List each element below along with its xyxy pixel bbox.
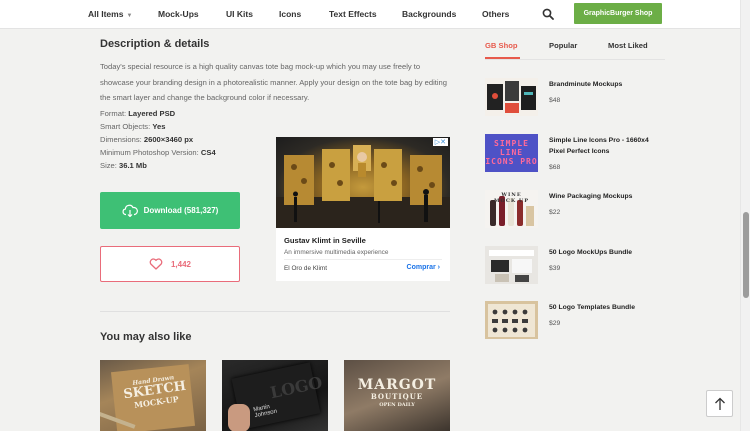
product-title[interactable]: Wine Packaging Mockups bbox=[549, 191, 665, 202]
product-thumbnail: SIMPLE LINE ICONS PRO bbox=[485, 134, 538, 172]
product-item[interactable]: 50 Logo MockUps Bundle $39 bbox=[485, 246, 665, 286]
meta-size: Size: 36.1 Mb bbox=[100, 161, 147, 170]
meta-format: Format: Layered PSD bbox=[100, 109, 176, 118]
ad-image: ▷✕ bbox=[276, 137, 450, 228]
cloud-download-icon bbox=[122, 204, 138, 217]
download-button[interactable]: Download (581,327) bbox=[100, 192, 240, 229]
description-text: Today's special resource is a high quali… bbox=[100, 62, 448, 102]
product-item[interactable]: 50 Logo Templates Bundle $29 bbox=[485, 301, 665, 341]
product-price: $48 bbox=[549, 97, 561, 104]
ad-divider bbox=[284, 259, 442, 260]
product-thumbnail: WINE MOCK UP bbox=[485, 190, 538, 228]
product-price: $22 bbox=[549, 209, 561, 216]
like-button[interactable]: 1,442 bbox=[100, 246, 240, 282]
tab-divider bbox=[485, 59, 665, 60]
product-item[interactable]: Brandminute Mockups $48 bbox=[485, 78, 665, 118]
meta-smart-objects: Smart Objects: Yes bbox=[100, 122, 166, 131]
scrollbar-thumb[interactable] bbox=[743, 212, 749, 298]
top-nav: All Items ▼ Mock-Ups UI Kits Icons Text E… bbox=[0, 0, 740, 29]
hand-shape bbox=[228, 404, 250, 431]
download-label: Download (581,327) bbox=[143, 206, 219, 215]
ad-cta-link[interactable]: Comprar › bbox=[407, 264, 440, 271]
product-thumbnail bbox=[485, 301, 538, 339]
product-title[interactable]: Simple Line Icons Pro - 1660x4 Pixel Per… bbox=[549, 135, 665, 157]
related-thumb-boutique-sign[interactable]: MARGOT BOUTIQUE OPEN DAILY bbox=[344, 360, 450, 431]
graphicburger-shop-button[interactable]: GraphicBurger Shop bbox=[574, 3, 662, 24]
tab-most-liked[interactable]: Most Liked bbox=[608, 41, 648, 50]
back-to-top-button[interactable] bbox=[706, 390, 733, 417]
klimt-exhibit-image bbox=[276, 145, 450, 228]
product-title[interactable]: 50 Logo MockUps Bundle bbox=[549, 247, 665, 258]
advertisement[interactable]: ▷✕ Gustav Klimt in Seville An immersive … bbox=[276, 137, 450, 281]
product-item[interactable]: SIMPLE LINE ICONS PRO Simple Line Icons … bbox=[485, 134, 665, 174]
arrow-up-icon bbox=[714, 397, 725, 410]
ad-choices-icon[interactable]: ▷✕ bbox=[432, 138, 448, 146]
ad-subtitle: An immersive multimedia experience bbox=[284, 249, 389, 256]
related-thumb-sketch-mockup[interactable]: Hand Drawn SKETCH MOCK-UP bbox=[100, 360, 206, 431]
chevron-right-icon: › bbox=[437, 264, 440, 271]
like-count: 1,442 bbox=[170, 259, 192, 269]
product-thumbnail bbox=[485, 78, 538, 116]
nav-text-effects[interactable]: Text Effects bbox=[329, 9, 377, 19]
meta-dimensions: Dimensions: 2600×3460 px bbox=[100, 135, 194, 144]
product-price: $29 bbox=[549, 320, 561, 327]
product-price: $68 bbox=[549, 164, 561, 171]
nav-others[interactable]: Others bbox=[482, 9, 509, 19]
product-thumbnail bbox=[485, 246, 538, 284]
ad-title[interactable]: Gustav Klimt in Seville bbox=[284, 236, 366, 245]
description-title: Description & details bbox=[100, 38, 210, 50]
nav-ui-kits[interactable]: UI Kits bbox=[226, 9, 253, 19]
related-thumb-logo-card[interactable]: LOGO Martin Johnson bbox=[222, 360, 328, 431]
nav-icons[interactable]: Icons bbox=[279, 9, 301, 19]
thumbnail-text: SIMPLE LINE ICONS PRO bbox=[485, 139, 538, 166]
heart-icon bbox=[149, 258, 163, 270]
tab-gb-shop[interactable]: GB Shop bbox=[485, 41, 517, 50]
search-icon[interactable] bbox=[542, 8, 554, 20]
nav-mock-ups[interactable]: Mock-Ups bbox=[158, 9, 199, 19]
chevron-down-icon: ▼ bbox=[126, 13, 133, 19]
product-title[interactable]: Brandminute Mockups bbox=[549, 79, 665, 90]
page-scrollbar[interactable] bbox=[740, 0, 750, 431]
section-divider bbox=[100, 311, 450, 312]
product-title[interactable]: 50 Logo Templates Bundle bbox=[549, 302, 665, 313]
related-title: You may also like bbox=[100, 331, 192, 343]
tab-popular[interactable]: Popular bbox=[549, 41, 577, 50]
nav-all-items[interactable]: All Items ▼ bbox=[88, 9, 132, 19]
meta-photoshop-version: Minimum Photoshop Version: CS4 bbox=[100, 148, 216, 157]
product-item[interactable]: WINE MOCK UP Wine Packaging Mockups $22 bbox=[485, 190, 665, 230]
nav-backgrounds[interactable]: Backgrounds bbox=[402, 9, 456, 19]
thumbnail-text: WINE MOCK UP bbox=[493, 192, 530, 204]
product-price: $39 bbox=[549, 265, 561, 272]
ad-source: El Oro de Klimt bbox=[284, 265, 327, 272]
